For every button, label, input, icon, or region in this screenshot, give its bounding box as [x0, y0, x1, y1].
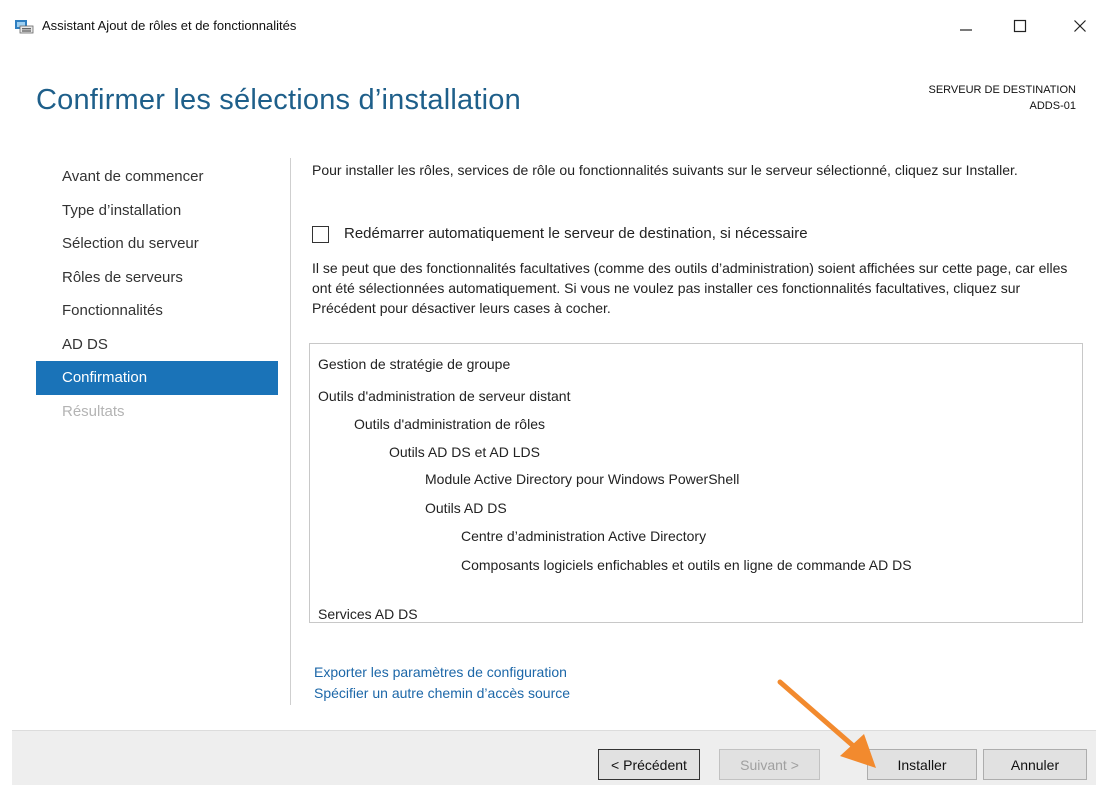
optional-features-note: Il se peut que des fonctionnalités facul…	[312, 260, 1068, 316]
minimize-button[interactable]	[944, 10, 988, 42]
maximize-button[interactable]	[998, 10, 1042, 42]
links-group: Exporter les paramètres de configuration…	[314, 662, 570, 704]
close-button[interactable]	[1058, 10, 1102, 42]
nav-item-selection-serveur[interactable]: Sélection du serveur	[36, 227, 278, 261]
destination-server-name: ADDS-01	[1029, 100, 1076, 112]
list-item: Gestion de stratégie de groupe	[318, 356, 511, 372]
next-button: Suivant >	[719, 749, 820, 780]
wizard-footer: < Précédent Suivant > Installer Annuler	[12, 730, 1096, 785]
install-button[interactable]: Installer	[867, 749, 977, 780]
list-item: Outils AD DS et AD LDS	[389, 444, 540, 460]
cancel-button[interactable]: Annuler	[983, 749, 1087, 780]
nav-item-confirmation[interactable]: Confirmation	[36, 361, 278, 395]
nav-item-fonctionnalites[interactable]: Fonctionnalités	[36, 294, 278, 328]
restart-option[interactable]: Redémarrer automatiquement le serveur de…	[312, 224, 808, 244]
destination-label: SERVEUR DE DESTINATION	[928, 84, 1076, 96]
nav-item-roles-serveurs[interactable]: Rôles de serveurs	[36, 261, 278, 295]
restart-checkbox-label[interactable]: Redémarrer automatiquement le serveur de…	[344, 224, 808, 244]
list-item: Composants logiciels enfichables et outi…	[461, 557, 912, 573]
nav-item-avant-de-commencer[interactable]: Avant de commencer	[36, 160, 278, 194]
export-config-link[interactable]: Exporter les paramètres de configuration	[314, 662, 570, 683]
wizard-steps-nav: Avant de commencer Type d’installation S…	[36, 160, 278, 428]
nav-item-ad-ds[interactable]: AD DS	[36, 328, 278, 362]
list-item: Centre d’administration Active Directory	[461, 528, 707, 544]
list-item: Outils d'administration de rôles	[354, 416, 545, 432]
page-title: Confirmer les sélections d’installation	[36, 84, 521, 116]
vertical-divider	[290, 158, 291, 705]
selections-list: Gestion de stratégie de groupe Outils d'…	[309, 343, 1083, 623]
title-bar: Assistant Ajout de rôles et de fonctionn…	[0, 0, 1108, 52]
list-item: Module Active Directory pour Windows Pow…	[425, 471, 740, 487]
previous-button[interactable]: < Précédent	[598, 749, 700, 780]
list-item: Services AD DS	[318, 606, 418, 622]
restart-checkbox[interactable]	[312, 225, 329, 243]
intro-text: Pour installer les rôles, services de rô…	[312, 162, 1018, 178]
nav-item-type-installation[interactable]: Type d’installation	[36, 194, 278, 228]
list-item: Outils AD DS	[425, 500, 507, 516]
server-manager-icon	[14, 18, 34, 34]
window-title: Assistant Ajout de rôles et de fonctionn…	[42, 18, 297, 33]
list-item: Outils d'administration de serveur dista…	[318, 388, 571, 404]
alternate-source-link[interactable]: Spécifier un autre chemin d’accès source	[314, 683, 570, 704]
wizard-header: Confirmer les sélections d’installation …	[0, 52, 1108, 148]
nav-item-resultats: Résultats	[62, 402, 125, 420]
destination-server-info: SERVEUR DE DESTINATION ADDS-01	[928, 82, 1076, 114]
